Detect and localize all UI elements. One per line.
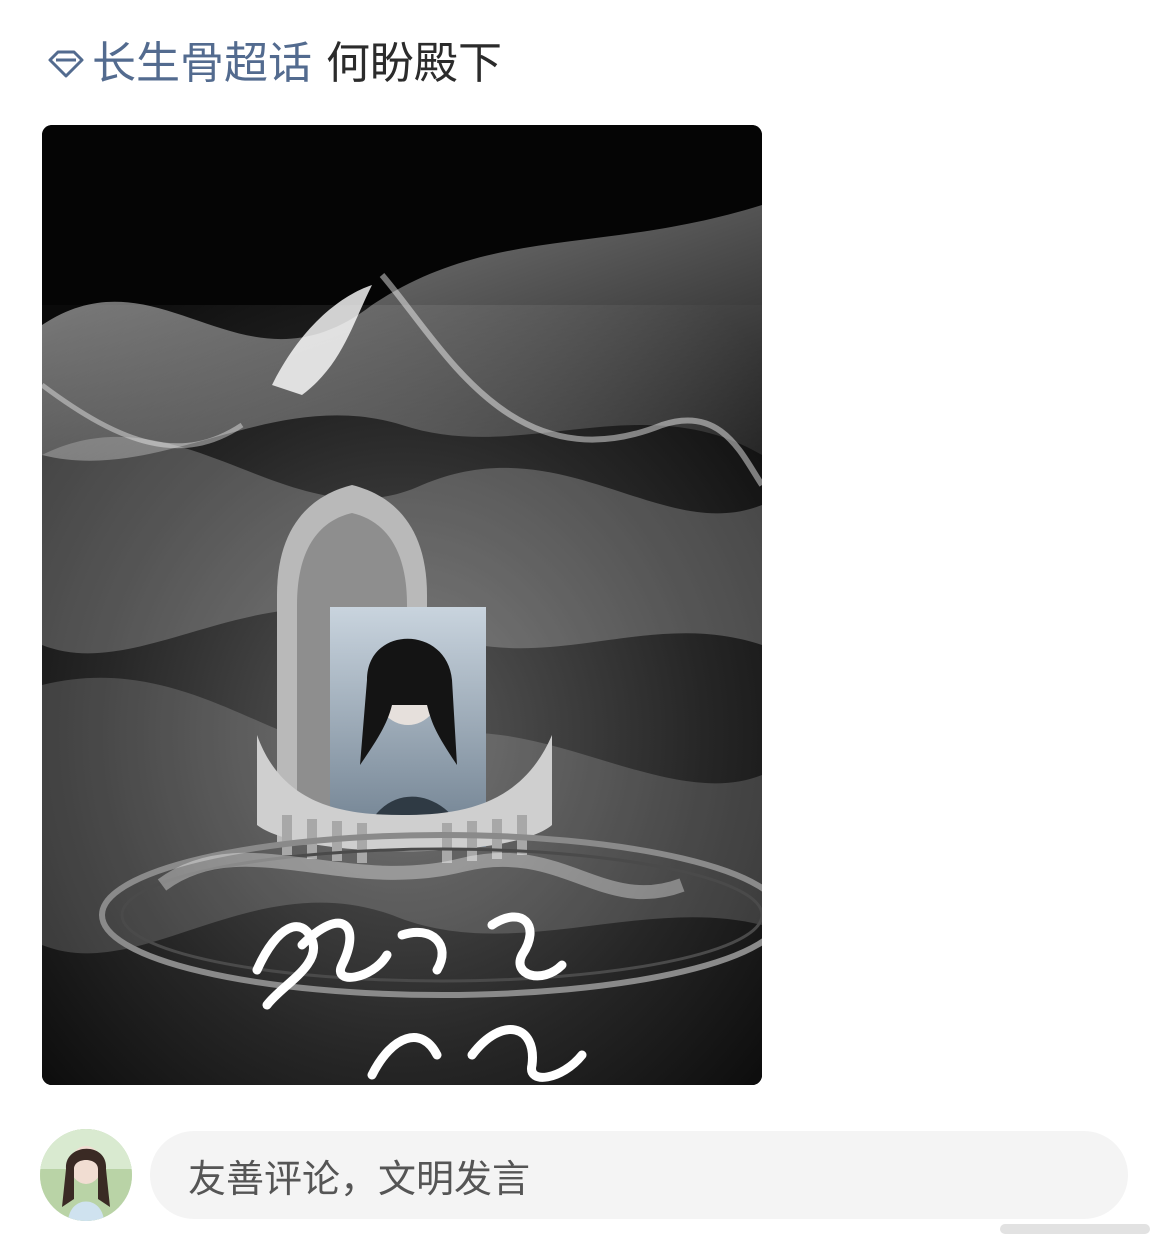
diamond-icon[interactable] (44, 42, 88, 86)
topic-link[interactable]: 长生骨超话 (92, 34, 312, 94)
comment-bar: 友善评论，文明发言 (40, 1128, 1130, 1222)
post-text: 何盼殿下 (326, 38, 502, 89)
user-avatar[interactable] (40, 1129, 132, 1221)
watermark-icon (1000, 1224, 1150, 1234)
comment-input[interactable]: 友善评论，文明发言 (150, 1131, 1128, 1219)
post-header: 长生骨超话 何盼殿下 (44, 34, 502, 94)
post-image[interactable] (42, 125, 762, 1085)
